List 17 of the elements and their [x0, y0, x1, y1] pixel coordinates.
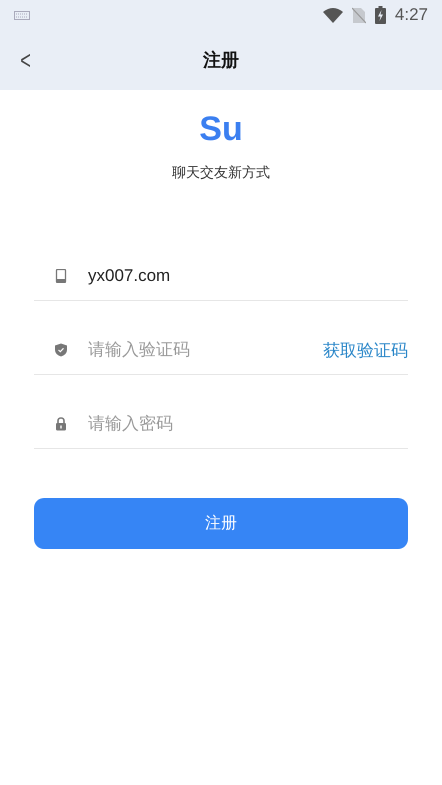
- register-button[interactable]: 注册: [34, 498, 408, 549]
- phone-field[interactable]: yx007.com: [88, 266, 408, 286]
- battery-icon: [374, 6, 386, 24]
- page-title: 注册: [202, 49, 240, 72]
- app-logo: Su: [199, 109, 243, 150]
- no-sim-icon: [352, 6, 366, 24]
- keyboard-icon: [14, 10, 30, 20]
- password-field[interactable]: 请输入密码: [88, 414, 408, 434]
- tagline: 聊天交友新方式: [172, 164, 270, 182]
- get-code-link[interactable]: 获取验证码: [323, 338, 408, 362]
- back-button[interactable]: <: [16, 44, 36, 76]
- lock-icon: [54, 417, 68, 431]
- wifi-icon: [322, 8, 343, 22]
- phone-icon: [54, 269, 68, 283]
- code-field[interactable]: 请输入验证码: [88, 340, 323, 360]
- shield-icon: [54, 343, 68, 357]
- status-time: 4:27: [394, 5, 428, 25]
